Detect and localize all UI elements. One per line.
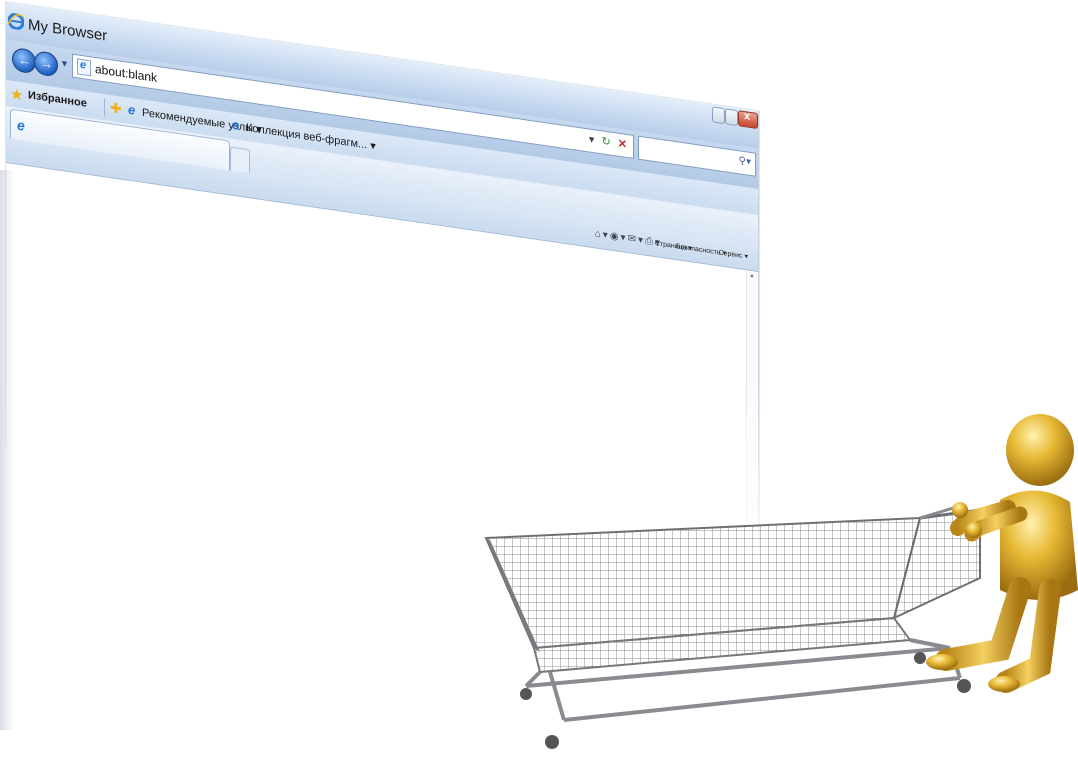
minimize-button[interactable] [712, 106, 725, 125]
back-arrow-icon: ← [18, 51, 31, 69]
command-icons[interactable]: ⌂▾◉▾✉▾⎙▾ [595, 228, 662, 249]
recent-pages-dropdown[interactable]: ▼ [60, 58, 69, 69]
window-controls [712, 104, 758, 131]
shopping-cart-illustration [484, 414, 1078, 749]
ie-logo-icon [8, 12, 24, 31]
web-slice-gallery-icon: e [232, 116, 240, 133]
forward-arrow-icon: → [40, 54, 53, 72]
back-button[interactable]: ← [12, 46, 36, 75]
refresh-icon[interactable]: ↻ [602, 135, 611, 148]
stop-icon[interactable]: ✕ [618, 138, 627, 151]
maximize-button[interactable] [725, 108, 738, 127]
feeds-icon[interactable]: ▾◉ [603, 230, 621, 244]
toolbar-divider [104, 98, 105, 117]
window-title: My Browser [28, 16, 108, 45]
home-icon[interactable]: ⌂ [595, 228, 603, 240]
close-button[interactable] [738, 110, 758, 130]
favorites-button[interactable]: Избранное [28, 89, 87, 110]
page-icon [77, 58, 91, 77]
suggested-sites-icon: e [128, 101, 136, 118]
favorites-star-icon[interactable]: ★ [10, 85, 23, 105]
add-favorite-icon[interactable]: ✚ [110, 99, 122, 118]
forward-button[interactable]: → [34, 50, 58, 78]
edge-shadow [0, 170, 14, 730]
address-dropdown-icon[interactable]: ▾ [589, 134, 595, 147]
tools-menu[interactable]: Сервис ▾ [719, 248, 748, 260]
shopping-cart-icon [484, 504, 981, 749]
mail-icon[interactable]: ▾✉ [621, 232, 638, 246]
address-input[interactable]: about:blank [95, 62, 157, 85]
tab-page-icon: e [17, 116, 25, 134]
address-controls: ▾ ↻ ✕ [589, 133, 627, 152]
scroll-up-icon[interactable]: ▲ [749, 273, 755, 280]
search-icon[interactable]: ⚲▾ [739, 155, 751, 168]
